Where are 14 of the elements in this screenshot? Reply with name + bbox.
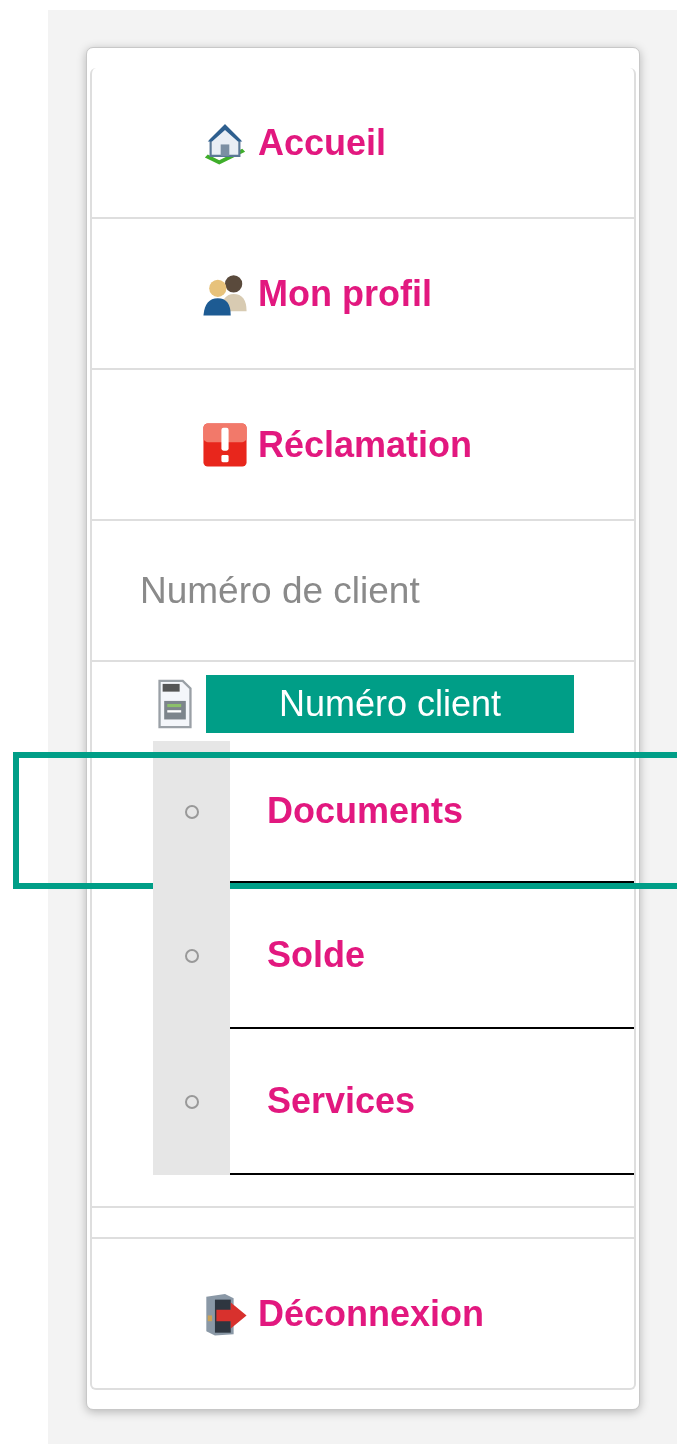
submenu-link[interactable]: Solde bbox=[230, 883, 634, 1029]
menu-link[interactable]: Réclamation bbox=[92, 370, 634, 521]
submenu-link[interactable]: Services bbox=[230, 1029, 634, 1175]
bullet-icon bbox=[183, 948, 200, 964]
bullet-icon bbox=[183, 804, 200, 820]
section-heading: Numéro de client bbox=[140, 569, 420, 612]
bullet-icon bbox=[183, 1094, 200, 1110]
menu-link[interactable]: Mon profil bbox=[92, 219, 634, 370]
document-icon bbox=[158, 679, 192, 729]
client-number-button[interactable]: Numéro client bbox=[206, 675, 574, 733]
warning-icon bbox=[202, 421, 248, 468]
logout-link[interactable]: Déconnexion bbox=[92, 1239, 634, 1388]
submenu-link[interactable]: Documents bbox=[230, 741, 634, 883]
menu-link[interactable]: Accueil bbox=[92, 68, 634, 219]
